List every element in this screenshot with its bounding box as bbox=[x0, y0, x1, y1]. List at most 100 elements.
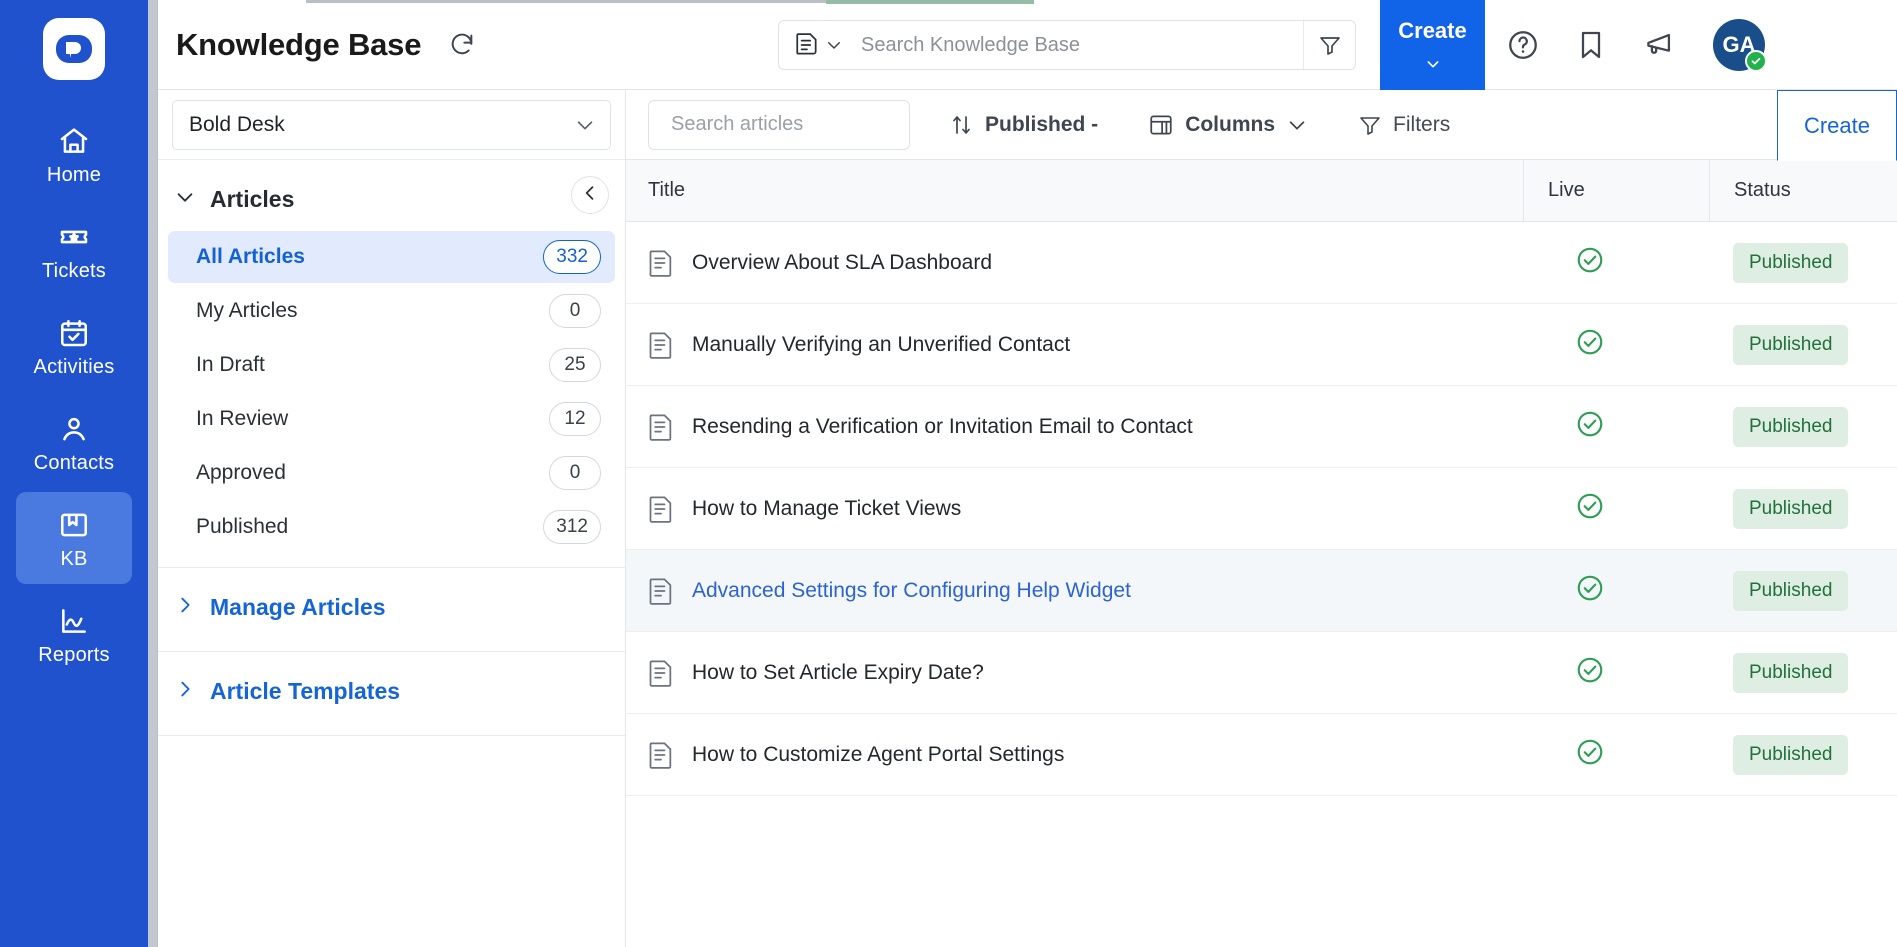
nav-group-label: Article Templates bbox=[210, 678, 400, 705]
sort-button[interactable]: Published - bbox=[940, 100, 1108, 150]
home-icon bbox=[58, 124, 90, 158]
table-row[interactable]: Advanced Settings for Configuring Help W… bbox=[626, 550, 1897, 632]
table-row[interactable]: Manually Verifying an Unverified Contact… bbox=[626, 304, 1897, 386]
chevron-left-icon bbox=[580, 183, 600, 208]
column-header-live[interactable]: Live bbox=[1548, 179, 1585, 202]
check-circle-icon bbox=[1575, 573, 1605, 608]
article-icon bbox=[648, 741, 674, 769]
column-header-status[interactable]: Status bbox=[1734, 179, 1791, 202]
kb-nav-groups: Articles All Articles332My Articles0In Dr… bbox=[158, 160, 625, 947]
cell-title[interactable]: Resending a Verification or Invitation E… bbox=[626, 413, 1523, 441]
articles-search-input[interactable] bbox=[671, 113, 936, 136]
megaphone-icon[interactable] bbox=[1639, 25, 1679, 65]
rail-item-reports[interactable]: Reports bbox=[16, 588, 132, 680]
nav-group-label: Articles bbox=[210, 186, 294, 213]
cell-title[interactable]: How to Manage Ticket Views bbox=[626, 495, 1523, 523]
avatar[interactable]: GA bbox=[1713, 19, 1765, 71]
divider bbox=[158, 735, 625, 736]
nav-item-approved[interactable]: Approved0 bbox=[168, 447, 615, 499]
cell-title[interactable]: How to Set Article Expiry Date? bbox=[626, 659, 1523, 687]
chevron-down-icon bbox=[574, 114, 596, 136]
chevron-down-icon bbox=[1286, 114, 1308, 136]
cell-live bbox=[1523, 327, 1709, 362]
table-row[interactable]: How to Set Article Expiry Date?Published bbox=[626, 632, 1897, 714]
check-circle-icon bbox=[1575, 327, 1605, 357]
help-circle-icon[interactable] bbox=[1503, 25, 1543, 65]
cell-status: Published bbox=[1709, 489, 1897, 529]
table-header: Title Live Status bbox=[626, 160, 1897, 222]
nav-item-all-articles[interactable]: All Articles332 bbox=[168, 231, 615, 283]
cell-title[interactable]: Overview About SLA Dashboard bbox=[626, 249, 1523, 277]
check-circle-icon bbox=[1575, 245, 1605, 275]
check-circle-icon bbox=[1575, 491, 1605, 526]
cell-title[interactable]: Manually Verifying an Unverified Contact bbox=[626, 331, 1523, 359]
cell-status: Published bbox=[1709, 407, 1897, 447]
check-circle-icon bbox=[1575, 409, 1605, 439]
sort-label: Published - bbox=[985, 113, 1098, 137]
bookmark-icon[interactable] bbox=[1571, 25, 1611, 65]
rail-item-tickets[interactable]: Tickets bbox=[16, 204, 132, 296]
chart-line-icon bbox=[58, 605, 90, 637]
article-title: Advanced Settings for Configuring Help W… bbox=[692, 579, 1131, 603]
article-icon bbox=[648, 249, 674, 277]
person-icon bbox=[58, 413, 90, 445]
columns-button[interactable]: Columns bbox=[1138, 100, 1318, 150]
chevron-right-icon bbox=[174, 594, 196, 621]
avatar-status-online-icon bbox=[1745, 50, 1767, 72]
rail-item-label: Home bbox=[47, 165, 101, 185]
panel-collapse-button[interactable] bbox=[571, 176, 609, 214]
rail-scrollbar[interactable] bbox=[148, 0, 158, 947]
rail-item-home[interactable]: Home bbox=[16, 108, 132, 200]
create-article-button[interactable]: Create bbox=[1777, 90, 1897, 161]
table-row[interactable]: Resending a Verification or Invitation E… bbox=[626, 386, 1897, 468]
nav-item-in-review[interactable]: In Review12 bbox=[168, 393, 615, 445]
articles-search bbox=[648, 100, 910, 150]
app-root: Home Tickets ActivitiesContactsKB Reports K… bbox=[0, 0, 1897, 947]
search-filter-icon[interactable] bbox=[1303, 21, 1355, 69]
nav-item-count: 312 bbox=[543, 510, 601, 544]
cell-status: Published bbox=[1709, 571, 1897, 611]
cell-title[interactable]: How to Customize Agent Portal Settings bbox=[626, 741, 1523, 769]
nav-group-articles[interactable]: Articles bbox=[158, 160, 625, 229]
search-scope-selector[interactable] bbox=[779, 21, 855, 69]
article-title: Overview About SLA Dashboard bbox=[692, 251, 992, 275]
header-icon-group: GA bbox=[1503, 0, 1765, 90]
kb-select-row: Bold Desk bbox=[158, 90, 625, 160]
ticket-icon bbox=[58, 220, 90, 254]
nav-group-manage-articles[interactable]: Manage Articles bbox=[158, 568, 625, 637]
rail-item-activities[interactable]: Activities bbox=[16, 300, 132, 392]
calendar-check-icon bbox=[58, 316, 90, 350]
status-badge: Published bbox=[1733, 489, 1848, 529]
nav-group-article-templates[interactable]: Article Templates bbox=[158, 652, 625, 721]
app-header: Knowledge Base bbox=[158, 0, 1897, 90]
rail-item-contacts[interactable]: Contacts bbox=[16, 396, 132, 488]
cell-status: Published bbox=[1709, 243, 1897, 283]
table-row[interactable]: Overview About SLA Dashboard Published bbox=[626, 222, 1897, 304]
chevron-right-icon bbox=[174, 678, 196, 705]
search-input[interactable] bbox=[855, 21, 1303, 69]
filters-button[interactable]: Filters bbox=[1348, 100, 1460, 150]
articles-pane: Published - Columns bbox=[626, 90, 1897, 947]
global-search bbox=[778, 20, 1356, 70]
refresh-icon[interactable] bbox=[445, 28, 479, 62]
kb-select-value: Bold Desk bbox=[189, 113, 285, 137]
main-area: Knowledge Base bbox=[158, 0, 1897, 947]
cell-title[interactable]: Advanced Settings for Configuring Help W… bbox=[626, 577, 1523, 605]
nav-item-my-articles[interactable]: My Articles0 bbox=[168, 285, 615, 337]
check-circle-icon bbox=[1575, 655, 1605, 685]
article-icon bbox=[648, 659, 674, 687]
table-row[interactable]: How to Customize Agent Portal SettingsPu… bbox=[626, 714, 1897, 796]
rail-item-label: Reports bbox=[38, 645, 109, 665]
kb-select[interactable]: Bold Desk bbox=[172, 100, 611, 150]
rail-item-label: Tickets bbox=[42, 261, 106, 281]
nav-item-in-draft[interactable]: In Draft25 bbox=[168, 339, 615, 391]
article-icon bbox=[648, 331, 674, 359]
boldesk-logo[interactable] bbox=[43, 18, 105, 80]
header-create-button[interactable]: Create bbox=[1380, 0, 1485, 90]
nav-item-published[interactable]: Published312 bbox=[168, 501, 615, 553]
window-edge-accent bbox=[826, 0, 1034, 4]
column-header-title[interactable]: Title bbox=[626, 179, 1523, 202]
table-row[interactable]: How to Manage Ticket Views Published bbox=[626, 468, 1897, 550]
nav-item-count: 332 bbox=[543, 240, 601, 274]
rail-item-kb[interactable]: KB bbox=[16, 492, 132, 584]
